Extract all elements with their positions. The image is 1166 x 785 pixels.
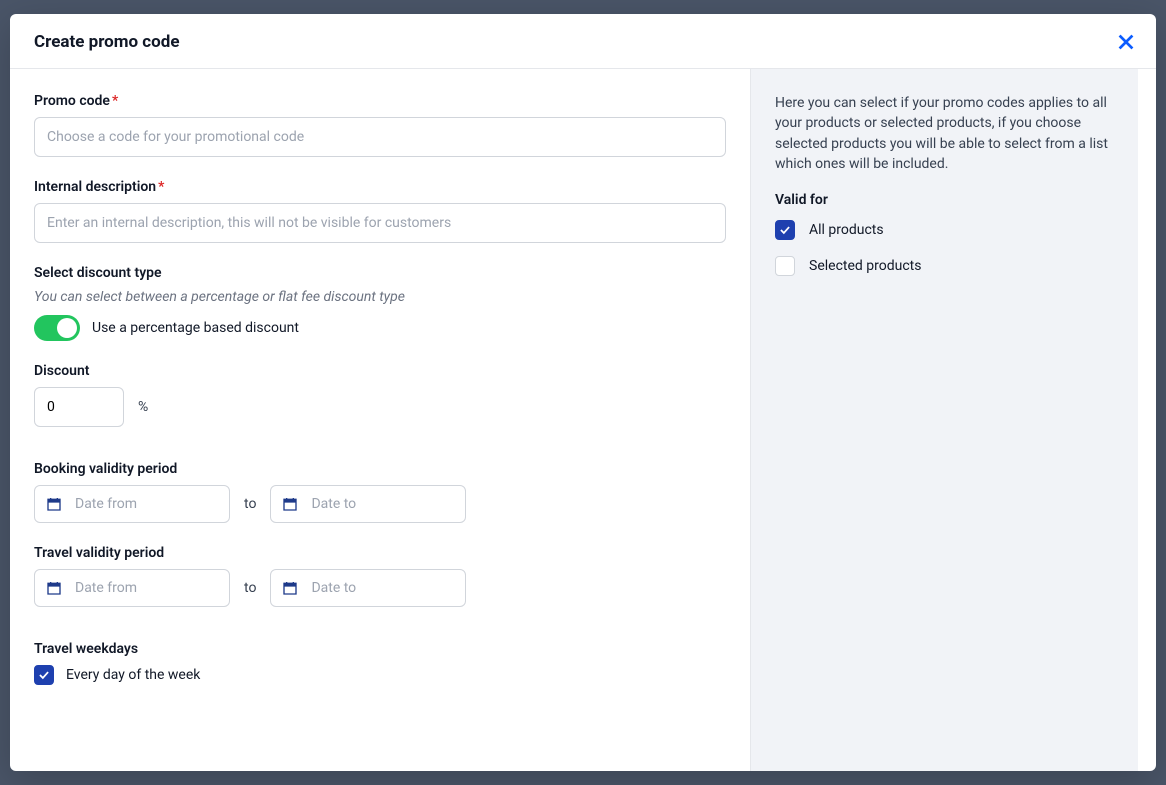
- every-day-checkbox[interactable]: [34, 665, 54, 685]
- all-products-checkbox[interactable]: [775, 220, 795, 240]
- side-panel: Here you can select if your promo codes …: [750, 69, 1138, 771]
- travel-to-text: to: [244, 580, 256, 596]
- discount-type-hint: You can select between a percentage or f…: [34, 289, 726, 305]
- travel-to-input[interactable]: [270, 569, 466, 607]
- discount-field: Discount %: [34, 363, 726, 427]
- travel-weekdays-label: Travel weekdays: [34, 641, 726, 657]
- selected-products-label: Selected products: [809, 258, 921, 274]
- internal-description-field: Internal description*: [34, 179, 726, 243]
- every-day-label: Every day of the week: [66, 667, 200, 683]
- travel-from-wrap: [34, 569, 230, 607]
- valid-for-label: Valid for: [775, 192, 1114, 208]
- booking-validity-label: Booking validity period: [34, 461, 726, 477]
- booking-from-input[interactable]: [34, 485, 230, 523]
- percentage-toggle[interactable]: [34, 315, 80, 341]
- percentage-toggle-label: Use a percentage based discount: [92, 320, 299, 336]
- discount-row: %: [34, 387, 726, 427]
- modal-body: Promo code* Internal description* Select…: [10, 69, 1156, 771]
- close-icon: [1115, 31, 1137, 53]
- calendar-icon: [46, 580, 62, 596]
- travel-validity-field: Travel validity period to: [34, 545, 726, 607]
- discount-type-field: Select discount type You can select betw…: [34, 265, 726, 341]
- promo-code-label-text: Promo code: [34, 93, 110, 109]
- travel-date-row: to: [34, 569, 726, 607]
- promo-code-label: Promo code*: [34, 93, 726, 109]
- required-asterisk: *: [112, 93, 118, 109]
- booking-to-wrap: [270, 485, 466, 523]
- discount-type-label: Select discount type: [34, 265, 726, 281]
- calendar-icon: [282, 496, 298, 512]
- booking-date-row: to: [34, 485, 726, 523]
- discount-type-toggle-row: Use a percentage based discount: [34, 315, 726, 341]
- internal-description-input[interactable]: [34, 203, 726, 243]
- toggle-knob: [57, 318, 77, 338]
- discount-unit: %: [138, 399, 148, 415]
- booking-to-input[interactable]: [270, 485, 466, 523]
- modal-title: Create promo code: [34, 32, 180, 52]
- close-button[interactable]: [1112, 28, 1140, 56]
- discount-input[interactable]: [34, 387, 124, 427]
- travel-weekdays-field: Travel weekdays Every day of the week: [34, 641, 726, 685]
- promo-code-field: Promo code*: [34, 93, 726, 157]
- discount-label: Discount: [34, 363, 726, 379]
- calendar-icon: [46, 496, 62, 512]
- internal-description-label-text: Internal description: [34, 179, 156, 195]
- selected-products-checkbox[interactable]: [775, 256, 795, 276]
- selected-products-row: Selected products: [775, 256, 1114, 276]
- travel-to-wrap: [270, 569, 466, 607]
- every-day-row: Every day of the week: [34, 665, 726, 685]
- booking-validity-field: Booking validity period to: [34, 461, 726, 523]
- all-products-label: All products: [809, 222, 884, 238]
- create-promo-modal: Create promo code Promo code* Internal d…: [10, 14, 1156, 771]
- booking-to-text: to: [244, 496, 256, 512]
- side-description: Here you can select if your promo codes …: [775, 93, 1114, 174]
- calendar-icon: [282, 580, 298, 596]
- required-asterisk: *: [158, 179, 164, 195]
- travel-from-input[interactable]: [34, 569, 230, 607]
- promo-code-input[interactable]: [34, 117, 726, 157]
- internal-description-label: Internal description*: [34, 179, 726, 195]
- all-products-row: All products: [775, 220, 1114, 240]
- booking-from-wrap: [34, 485, 230, 523]
- main-panel: Promo code* Internal description* Select…: [10, 69, 750, 771]
- travel-validity-label: Travel validity period: [34, 545, 726, 561]
- modal-header: Create promo code: [10, 14, 1156, 69]
